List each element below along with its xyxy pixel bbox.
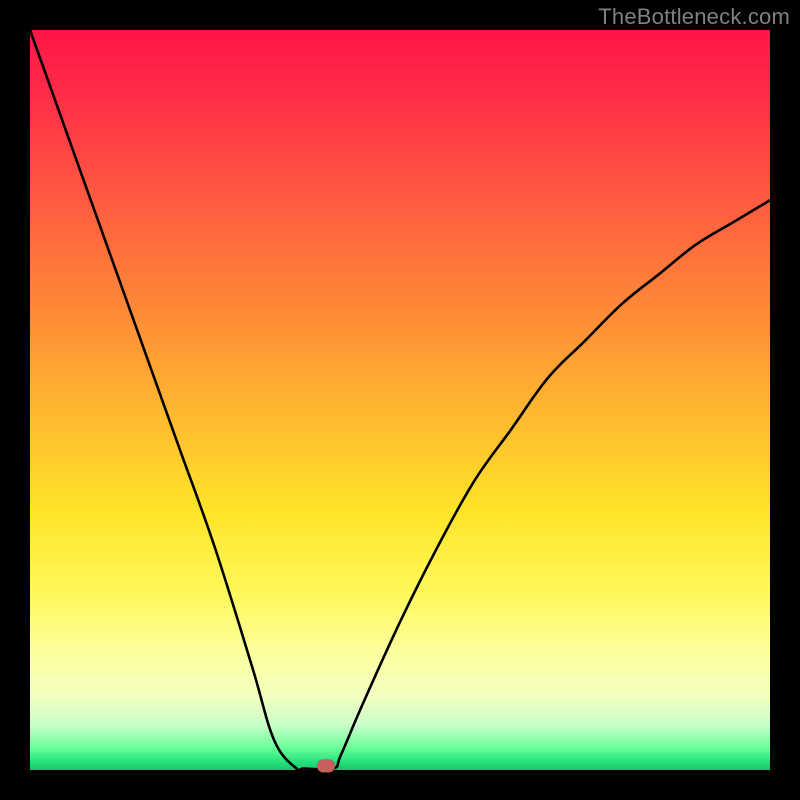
bottleneck-curve-line (30, 30, 770, 770)
optimal-point-marker (317, 760, 335, 773)
watermark-label: TheBottleneck.com (598, 4, 790, 30)
plot-area (30, 30, 770, 770)
chart-frame: TheBottleneck.com (0, 0, 800, 800)
curve-svg (30, 30, 770, 770)
